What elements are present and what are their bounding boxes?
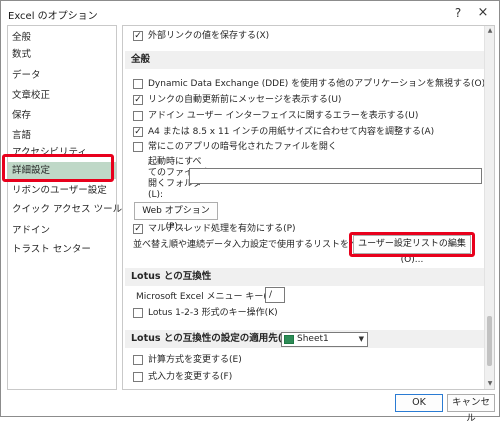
sidebar-item-formulas[interactable]: 数式	[12, 46, 116, 63]
checkbox-checked[interactable]: ✓	[133, 95, 143, 105]
checkbox-checked[interactable]: ✓	[133, 127, 143, 137]
sidebar-item-proofing[interactable]: 文章校正	[12, 87, 116, 104]
option-label: 常にこのアプリの暗号化されたファイルを開く	[148, 142, 337, 152]
scroll-down-icon[interactable]: ▼	[485, 379, 494, 389]
option-label: Lotus 1-2-3 形式のキー操作(K)	[148, 308, 278, 318]
option-label: A4 または 8.5 x 11 インチの用紙サイズに合わせて内容を調整する(A)	[148, 127, 435, 137]
sidebar-item-general[interactable]: 全般	[12, 29, 116, 46]
scroll-up-icon[interactable]: ▲	[485, 26, 494, 36]
close-button[interactable]: ×	[472, 4, 494, 22]
option-label: アドイン ユーザー インターフェイスに関するエラーを表示する(U)	[148, 111, 419, 121]
startup-folder-label-line1: 起動時にすべ	[148, 157, 202, 167]
chevron-down-icon[interactable]: ▼	[359, 333, 364, 346]
sidebar-item-trust-center[interactable]: トラスト センター	[12, 241, 116, 258]
sidebar-item-data[interactable]: データ	[12, 67, 116, 84]
menu-key-label: Microsoft Excel メニュー キー(M):	[136, 292, 282, 302]
web-options-button[interactable]: Web オプション(P)...	[134, 202, 218, 232]
excel-options-dialog: Excel のオプション ? × 全般 数式 データ 文章校正 保存 言語 アク…	[0, 0, 500, 424]
startup-folder-label-line4: (L):	[148, 190, 164, 200]
option-label: 計算方式を変更する(E)	[148, 355, 242, 365]
checkbox-unchecked[interactable]	[133, 355, 143, 365]
checkbox-checked[interactable]: ✓	[133, 31, 143, 41]
option-label: Dynamic Data Exchange (DDE) を使用する他のアプリケー…	[148, 79, 486, 89]
ok-button[interactable]: OK	[395, 394, 443, 412]
checkbox-unchecked[interactable]	[133, 308, 143, 318]
checkbox-unchecked[interactable]	[133, 372, 143, 382]
section-header-lotus-compatibility: Lotus との互換性	[125, 268, 484, 286]
sidebar-item-quick-access-toolbar[interactable]: クイック アクセス ツール バー	[12, 201, 144, 218]
checkbox-unchecked[interactable]	[133, 79, 143, 89]
option-label: 外部リンクの値を保存する(X)	[148, 31, 270, 41]
sidebar-item-language[interactable]: 言語	[12, 127, 116, 144]
category-sidebar: 全般 数式 データ 文章校正 保存 言語 アクセシビリティ 詳細設定 リボンのユ…	[7, 25, 144, 390]
highlight-box-advanced	[2, 154, 114, 182]
option-label: 式入力を変更する(F)	[148, 372, 233, 382]
highlight-box-edit-custom-lists	[349, 232, 475, 257]
menu-key-input[interactable]: /	[265, 287, 285, 303]
vertical-scrollbar[interactable]: ▲ ▼	[484, 26, 494, 389]
checkbox-unchecked[interactable]	[133, 142, 143, 152]
option-label: リンクの自動更新前にメッセージを表示する(U)	[148, 95, 342, 105]
startup-folder-input[interactable]	[189, 168, 482, 184]
sheet-select-value: Sheet1	[297, 334, 329, 344]
sidebar-item-save[interactable]: 保存	[12, 107, 116, 124]
checkbox-unchecked[interactable]	[133, 111, 143, 121]
advanced-options-panel: ✓ 外部リンクの値を保存する(X) 全般 Dynamic Data Exchan…	[122, 25, 495, 390]
window-title: Excel のオプション	[8, 11, 98, 22]
cancel-button[interactable]: キャンセル	[447, 394, 495, 424]
sidebar-item-add-ins[interactable]: アドイン	[12, 222, 116, 239]
option-label: マルチスレッド処理を有効にする(P)	[148, 224, 296, 234]
sheet-select[interactable]: Sheet1 ▼	[281, 332, 368, 347]
sidebar-item-customize-ribbon[interactable]: リボンのユーザー設定	[12, 182, 116, 199]
sheet-icon	[284, 335, 294, 344]
title-bar: Excel のオプション ? ×	[1, 1, 499, 25]
checkbox-checked[interactable]: ✓	[133, 224, 143, 234]
help-button[interactable]: ?	[447, 4, 469, 22]
section-header-general: 全般	[125, 51, 484, 69]
scroll-thumb[interactable]	[487, 316, 492, 366]
